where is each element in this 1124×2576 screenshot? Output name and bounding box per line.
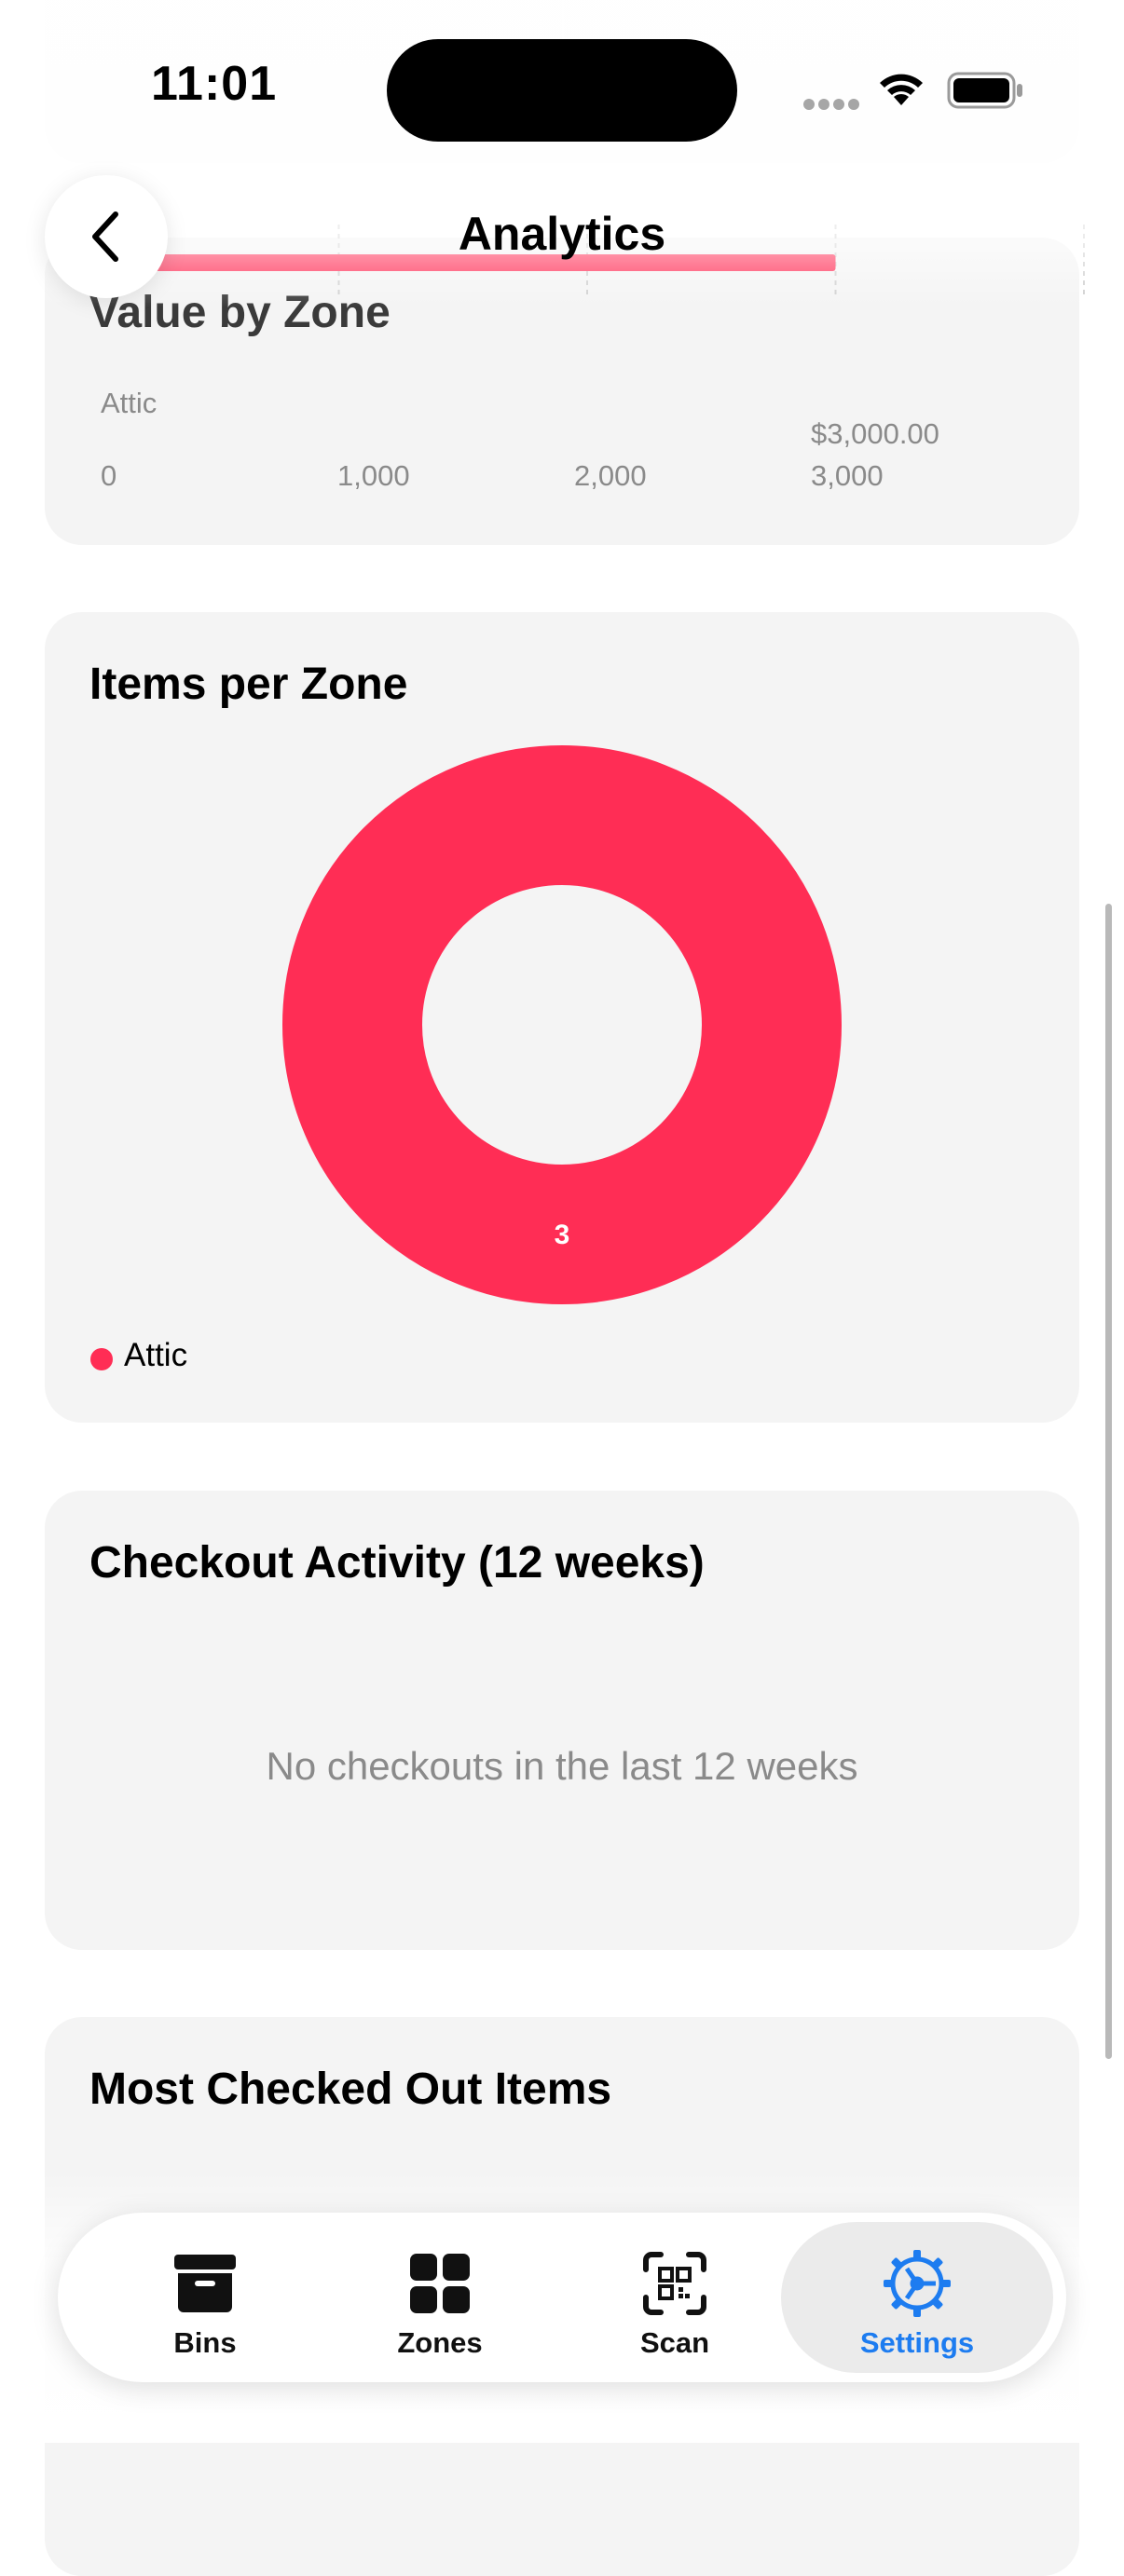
battery-icon xyxy=(947,72,1022,109)
cellular-signal-icon xyxy=(803,98,863,115)
page-title: Analytics xyxy=(458,208,666,260)
tab-zones[interactable]: Zones xyxy=(323,2222,556,2373)
card-title: Most Checked Out Items xyxy=(89,2065,612,2114)
tab-label: Scan xyxy=(639,2326,710,2359)
grid-icon xyxy=(409,2248,471,2319)
tab-label: Settings xyxy=(859,2326,975,2359)
donut-slice xyxy=(282,745,842,1304)
legend-swatch xyxy=(90,1348,113,1370)
x-tick-label: 1,000 xyxy=(337,459,410,492)
items-per-zone-card: Items per Zone 3 Attic xyxy=(45,612,1079,1423)
wifi-icon xyxy=(880,74,923,105)
gear-icon xyxy=(882,2248,953,2319)
scroll-indicator[interactable] xyxy=(1105,904,1112,2059)
dynamic-island xyxy=(387,39,737,142)
status-time: 11:01 xyxy=(151,57,278,111)
category-label: Attic xyxy=(101,387,158,419)
x-tick-label: 0 xyxy=(101,459,117,492)
slice-value-label: 3 xyxy=(555,1220,570,1250)
items-per-zone-chart: 3 xyxy=(282,745,842,1304)
empty-state-message: No checkouts in the last 12 weeks xyxy=(266,1744,858,1788)
legend-label: Attic xyxy=(124,1337,188,1373)
archive-box-icon xyxy=(172,2248,238,2319)
tab-label: Bins xyxy=(173,2326,237,2359)
tab-bins[interactable]: Bins xyxy=(89,2222,322,2373)
qr-scan-icon xyxy=(642,2248,707,2319)
tab-scan[interactable]: Scan xyxy=(558,2222,791,2373)
x-tick-label: 2,000 xyxy=(574,459,647,492)
x-tick-label: 3,000 xyxy=(811,459,884,492)
tab-bar: Bins Zones Scan Settings xyxy=(58,2213,1066,2382)
checkout-activity-card: Checkout Activity (12 weeks) No checkout… xyxy=(45,1491,1079,1950)
bar-value-label: $3,000.00 xyxy=(811,417,939,450)
tab-label: Zones xyxy=(397,2326,483,2359)
tab-settings[interactable]: Settings xyxy=(781,2222,1053,2373)
card-title: Checkout Activity (12 weeks) xyxy=(89,1538,705,1588)
